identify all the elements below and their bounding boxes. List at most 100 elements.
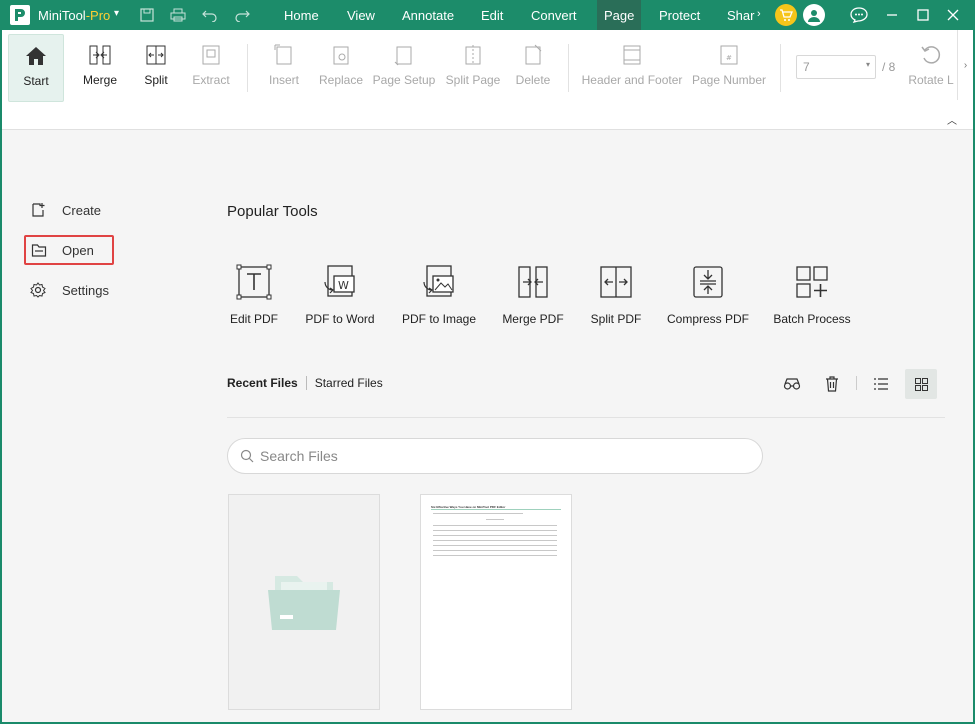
insert-icon	[274, 44, 292, 65]
split-pdf-icon	[600, 266, 632, 298]
recent-file-thumbnail[interactable]: Six Effective Ways You Have on MiniTool …	[420, 494, 572, 710]
control-divider	[856, 376, 857, 390]
open-file-card[interactable]	[228, 494, 380, 710]
tab-starred-files[interactable]: Starred Files	[315, 376, 383, 390]
ribbon-separator	[780, 44, 781, 92]
tool-merge-pdf[interactable]: Merge PDF	[501, 262, 565, 326]
file-tabs: Recent Files Starred Files	[227, 376, 383, 390]
menu-convert[interactable]: Convert	[524, 0, 584, 30]
sidebar-item-create[interactable]: Create	[24, 195, 114, 225]
app-logo-icon	[10, 5, 30, 25]
page-setup-icon	[394, 46, 412, 66]
tool-pdf-to-word[interactable]: W PDF to Word	[304, 262, 376, 326]
split-icon	[146, 45, 166, 65]
menu-page[interactable]: Page	[597, 0, 642, 30]
extract-icon	[202, 45, 220, 65]
chat-icon[interactable]	[848, 5, 870, 25]
split-page-icon	[465, 45, 481, 65]
print-icon[interactable]	[169, 6, 187, 24]
gear-icon	[30, 281, 48, 299]
insert-button[interactable]: Insert	[264, 34, 304, 102]
save-icon[interactable]	[138, 6, 156, 24]
split-button[interactable]: Split	[136, 34, 176, 102]
trash-icon	[826, 376, 838, 392]
document-line	[486, 519, 504, 520]
search-box	[227, 438, 763, 474]
merge-pdf-icon	[518, 266, 548, 298]
sidebar-item-settings[interactable]: Settings	[24, 275, 114, 305]
app-menu-dropdown-icon[interactable]: ▾	[114, 8, 119, 19]
svg-text:#: #	[726, 54, 732, 62]
ribbon-toolbar: Start Merge Split Extract Insert Replace…	[2, 30, 973, 130]
ribbon-separator	[568, 44, 569, 92]
document-line	[433, 550, 557, 551]
page-select[interactable]: 7 ▾	[796, 55, 876, 79]
page-total: / 8	[882, 60, 896, 74]
grid-view-button[interactable]	[905, 369, 937, 399]
rotate-left-button[interactable]: Rotate L	[905, 34, 957, 102]
menu-protect[interactable]: Protect	[652, 0, 707, 30]
list-view-button[interactable]	[870, 373, 892, 395]
ribbon-collapse-icon[interactable]: ︿	[947, 112, 957, 127]
tool-compress-pdf[interactable]: Compress PDF	[667, 262, 749, 326]
redo-icon[interactable]	[233, 6, 251, 24]
rotate-left-icon	[921, 46, 941, 64]
title-bar: MiniTool-Pro ▾ Home View Annotate Edit C…	[0, 0, 975, 30]
minimize-icon[interactable]	[881, 5, 903, 25]
tool-split-pdf[interactable]: Split PDF	[589, 262, 643, 326]
menu-annotate[interactable]: Annotate	[395, 0, 461, 30]
extract-button[interactable]: Extract	[188, 34, 234, 102]
menu-share[interactable]: Shar	[720, 0, 761, 30]
pdf-to-image-icon	[423, 265, 454, 297]
tab-recent-files[interactable]: Recent Files	[227, 376, 298, 390]
menu-edit[interactable]: Edit	[474, 0, 510, 30]
page-setup-button[interactable]: Page Setup	[372, 34, 436, 102]
search-input[interactable]	[260, 448, 740, 464]
open-folder-icon	[31, 241, 49, 259]
glasses-icon	[783, 378, 801, 390]
pdf-to-word-icon: W	[324, 265, 355, 297]
close-icon[interactable]	[942, 5, 964, 25]
replace-button[interactable]: Replace	[316, 34, 366, 102]
cart-icon[interactable]	[775, 4, 797, 26]
popular-tools-title: Popular Tools	[227, 203, 318, 220]
start-button[interactable]: Start	[8, 34, 64, 102]
document-line	[433, 525, 557, 526]
list-view-icon	[874, 378, 888, 390]
sidebar-item-open[interactable]: Open	[24, 235, 114, 265]
search-icon	[240, 449, 254, 463]
folder-icon	[268, 576, 340, 630]
user-avatar-icon[interactable]	[803, 4, 825, 26]
document-line	[433, 513, 523, 514]
tool-edit-pdf[interactable]: Edit PDF	[228, 262, 280, 326]
menu-home[interactable]: Home	[277, 0, 326, 30]
tool-batch-process[interactable]: Batch Process	[773, 262, 851, 326]
document-line	[433, 530, 557, 531]
merge-button[interactable]: Merge	[78, 34, 122, 102]
delete-button[interactable]	[821, 373, 843, 395]
ribbon-scroll-right-icon[interactable]: ›	[957, 30, 973, 100]
menu-scroll-right-icon[interactable]: ›	[757, 8, 761, 20]
compress-pdf-icon	[693, 266, 723, 298]
app-name: MiniTool-Pro	[38, 8, 111, 23]
document-rule	[431, 509, 561, 510]
tab-divider	[305, 376, 307, 390]
create-file-icon	[30, 201, 48, 219]
document-line	[433, 545, 557, 546]
page-number-button[interactable]: # Page Number	[691, 34, 767, 102]
menu-view[interactable]: View	[340, 0, 382, 30]
merge-icon	[89, 45, 111, 65]
header-footer-button[interactable]: Header and Footer	[582, 34, 682, 102]
document-line	[433, 555, 557, 556]
delete-button[interactable]: Delete	[511, 34, 555, 102]
clean-list-button[interactable]	[781, 373, 803, 395]
delete-page-icon	[525, 44, 542, 65]
tool-pdf-to-image[interactable]: PDF to Image	[400, 262, 478, 326]
maximize-icon[interactable]	[912, 5, 934, 25]
replace-icon	[333, 46, 349, 65]
home-icon	[26, 47, 46, 65]
page-number-icon: #	[720, 45, 738, 65]
undo-icon[interactable]	[201, 6, 219, 24]
split-page-button[interactable]: Split Page	[443, 34, 503, 102]
svg-text:W: W	[338, 279, 349, 292]
